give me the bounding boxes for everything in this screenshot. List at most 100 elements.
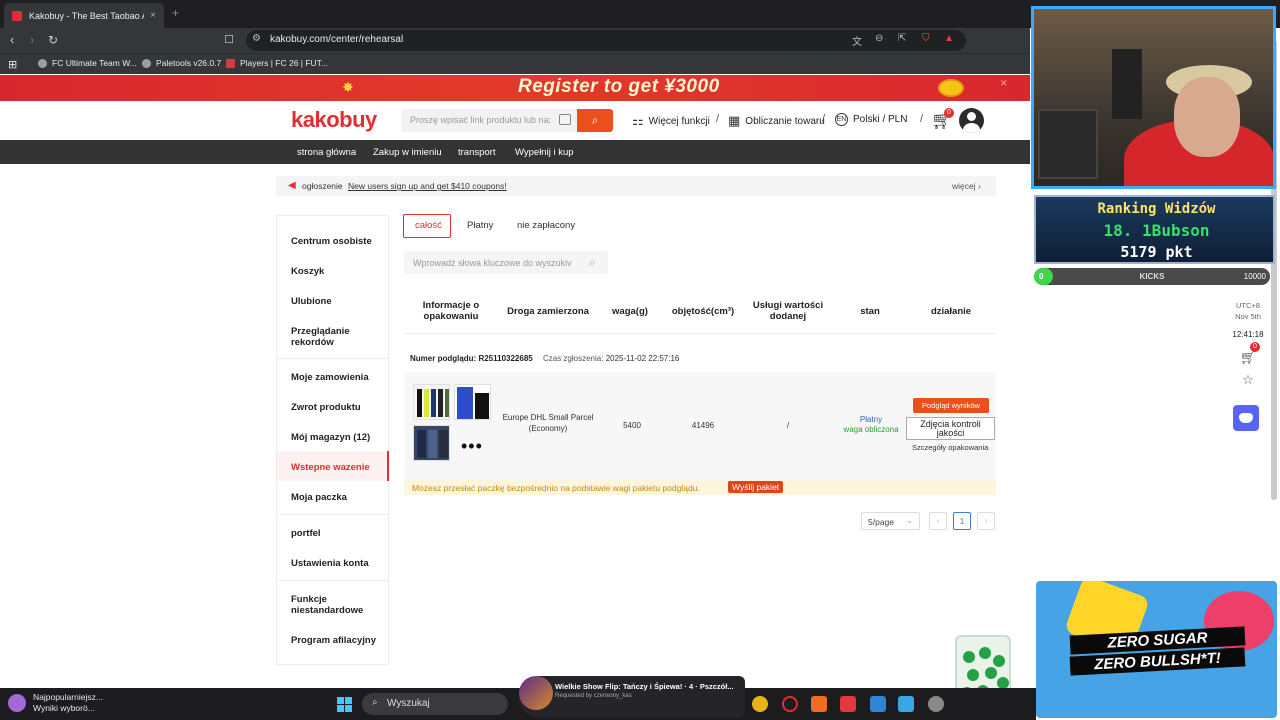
ranking-points: 5179 pkt — [1120, 243, 1193, 261]
cart-icon[interactable]: 🛒︎ 0 — [931, 108, 954, 131]
site-info-icon[interactable]: ⚙ — [252, 33, 261, 44]
app-settings-icon[interactable] — [928, 696, 944, 712]
sidebar-divider — [277, 514, 388, 515]
more-items-icon[interactable]: ••• — [461, 436, 483, 457]
app-chrome-icon[interactable] — [752, 696, 768, 712]
windows-start-icon[interactable] — [337, 697, 352, 712]
product-thumbnail[interactable] — [413, 425, 450, 461]
cart-icon[interactable]: 🛒︎ — [1238, 350, 1258, 370]
ranking-entry: 18. 1Bubson — [1036, 221, 1277, 240]
sidebar-item-my-package[interactable]: Moja paczka — [291, 492, 386, 503]
send-package-button[interactable]: Wyślij pakiet — [728, 481, 784, 493]
more-link[interactable]: więcej › — [952, 181, 981, 191]
leaf-pattern — [979, 647, 991, 659]
sidebar-item-affiliate[interactable]: Program afilacyjny — [291, 635, 386, 646]
sidebar-item-settings[interactable]: Ustawienia konta — [291, 558, 386, 569]
close-tab-icon[interactable]: × — [150, 10, 156, 21]
app-word-icon[interactable] — [898, 696, 914, 712]
close-banner-icon[interactable]: ✕ — [1000, 78, 1008, 89]
translate-icon[interactable]: 文 — [852, 33, 862, 48]
brave-shield-icon[interactable]: ⛉ — [922, 33, 930, 44]
submit-time: 2025-11-02 22:57:16 — [605, 354, 680, 363]
leaf-pattern — [963, 651, 975, 663]
app-opera-icon[interactable] — [782, 696, 798, 712]
sidebar-item-personal-center[interactable]: Centrum osobiste — [291, 236, 386, 247]
product-thumbnail[interactable] — [413, 384, 450, 420]
sidebar-item-custom-functions[interactable]: Funkcje niestandardowe — [291, 594, 371, 616]
share-icon[interactable]: ⇱ — [898, 33, 906, 44]
promo-banner[interactable]: ✸ Register to get ¥3000 ✕ — [0, 75, 1030, 101]
announcement-link[interactable]: New users sign up and get $410 coupons! — [348, 181, 507, 191]
nav-home[interactable]: strona główna — [297, 147, 356, 158]
qc-photos-button[interactable]: Zdjęcia kontroli jakości — [906, 417, 995, 440]
cart-badge: 0 — [1250, 342, 1260, 352]
discord-icon[interactable] — [1233, 405, 1259, 431]
bookmarks-bar: ⊞ FC Ultimate Team W... Paletools v26.0.… — [0, 53, 1030, 74]
reload-icon[interactable]: ↻ — [48, 32, 58, 48]
sidebar-item-favorites[interactable]: Ulubione — [291, 296, 386, 307]
product-thumbnail[interactable] — [454, 384, 491, 420]
leaf-pattern — [985, 667, 997, 679]
back-icon[interactable]: ‹ — [10, 32, 14, 48]
sidebar-item-returns[interactable]: Zwrot produktu — [291, 402, 386, 413]
language-selector[interactable]: EN Polski / PLN — [835, 113, 907, 126]
address-bar[interactable]: ⚙ kakobuy.com/center/rehearsal 文 ⊖ ⇱ ⛉ ▲ — [246, 30, 966, 51]
sidebar-item-orders[interactable]: Moje zamowienia — [291, 372, 386, 383]
star-icon[interactable]: ☆ — [1238, 372, 1258, 392]
clock-label: 12:41:18 — [1232, 330, 1264, 339]
brave-rewards-icon[interactable]: ▲ — [944, 33, 954, 44]
now-playing-widget[interactable]: Wielkie Show Flip: Tańczy i Śpiewa! · 4 … — [519, 676, 745, 718]
more-functions-link[interactable]: ⚏ Więcej funkcji — [632, 113, 710, 129]
filter-tab-paid[interactable]: Płatny — [467, 220, 493, 231]
filter-all-label[interactable]: całość — [415, 220, 442, 231]
prev-page-button[interactable]: ‹ — [929, 512, 947, 530]
browser-tab[interactable]: Kakobuy - The Best Taobao Age × — [4, 3, 164, 28]
calc-link[interactable]: ▦ Obliczanie towaru — [728, 113, 825, 129]
separator: / — [920, 113, 924, 125]
sidebar-item-pre-weighing[interactable]: Wstepne wazenie — [291, 462, 386, 473]
app-photos-icon[interactable] — [870, 696, 886, 712]
leaf-pattern — [967, 669, 979, 681]
bookmark-item-2[interactable]: Paletools v26.0.7 — [142, 58, 221, 68]
forward-icon[interactable]: › — [30, 32, 34, 48]
search-icon: ⌕ — [372, 697, 378, 708]
package-details-link[interactable]: Szczegóły opakowania — [912, 443, 988, 452]
nav-transport[interactable]: transport — [458, 147, 496, 158]
sidebar-item-history[interactable]: Przeglądanie rekordów — [291, 326, 361, 348]
site-logo[interactable]: kakobuy — [291, 107, 377, 133]
browser-toolbar: ‹ › ↻ ☐ ⚙ kakobuy.com/center/rehearsal 文… — [0, 28, 1030, 53]
timezone-label: UTC+8 — [1236, 301, 1260, 310]
filter-tab-unpaid[interactable]: nie zapłacony — [517, 220, 575, 231]
apps-icon[interactable]: ⊞ — [8, 58, 17, 71]
page-size-select[interactable]: 5/page ⌄ — [861, 512, 920, 530]
nav-purchase[interactable]: Zakup w imieniu — [373, 147, 442, 158]
vas-cell: / — [786, 421, 790, 430]
now-playing-title: Wielkie Show Flip: Tańczy i Śpiewa! · 4 … — [555, 682, 734, 691]
nav-fill-buy[interactable]: Wypełnij i kup — [515, 147, 574, 158]
promo-text: Register to get ¥3000 — [518, 76, 720, 97]
bookmark-item-1[interactable]: FC Ultimate Team W... — [38, 58, 137, 68]
preview-results-button[interactable]: Podgląd wyników — [913, 398, 989, 413]
keyword-search-input[interactable]: Wprowadź słowa kluczowe do wyszukiv ⌕ — [404, 251, 608, 274]
app-brave-icon[interactable] — [811, 696, 827, 712]
taskbar-search[interactable]: ⌕ Wyszukaj — [362, 693, 508, 715]
sidebar-item-wallet[interactable]: portfel — [291, 528, 386, 539]
kicks-progress-bar: 0 KICKS 10000 — [1034, 268, 1270, 285]
bookmark-icon[interactable]: ☐ — [224, 32, 234, 48]
sidebar-item-cart[interactable]: Koszyk — [291, 266, 386, 277]
cart-badge: 0 — [944, 108, 954, 118]
product-search-input[interactable]: Proszę wpisać link produktu lub naz — [401, 109, 577, 132]
news-widget[interactable]: Najpopularniejsz... Wyniki wyborö... — [8, 692, 103, 714]
zoom-icon[interactable]: ⊖ — [875, 33, 883, 44]
url-text[interactable]: kakobuy.com/center/rehearsal — [270, 34, 403, 45]
next-page-button[interactable]: › — [977, 512, 995, 530]
bookmark-item-3[interactable]: Players | FC 26 | FUT... — [226, 58, 328, 68]
search-button[interactable]: ⌕ — [577, 109, 613, 132]
image-search-icon[interactable] — [559, 114, 571, 125]
app-vivaldi-icon[interactable] — [840, 696, 856, 712]
sidebar-item-warehouse[interactable]: Mój magazyn (12) — [291, 432, 386, 443]
avatar[interactable] — [959, 108, 984, 133]
page-1-button[interactable]: 1 — [953, 512, 971, 530]
new-tab-button[interactable]: + — [172, 6, 179, 20]
search-icon[interactable]: ⌕ — [589, 255, 596, 270]
